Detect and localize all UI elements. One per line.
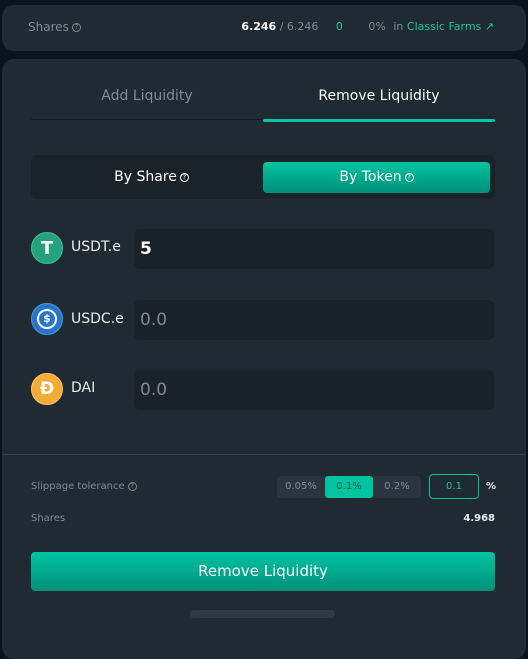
- by-share-button[interactable]: By Share?: [38, 162, 265, 193]
- shares-to-remove-value: 4.968: [463, 513, 495, 524]
- slippage-options: 0.05% 0.1% 0.2%: [277, 476, 421, 498]
- help-icon[interactable]: ?: [127, 481, 137, 491]
- staked-shares: 0: [335, 20, 343, 33]
- farm-percent: 0%: [368, 20, 386, 33]
- tab-remove-liquidity[interactable]: Remove Liquidity: [263, 88, 495, 104]
- usdt-amount-input[interactable]: 5: [134, 229, 494, 269]
- tether-icon: T: [31, 232, 63, 264]
- in-label: in: [393, 20, 404, 33]
- custom-slippage-input[interactable]: 0.1: [429, 474, 479, 499]
- help-icon: ?: [179, 172, 189, 182]
- shares-to-remove-label: Shares: [31, 513, 66, 524]
- tab-divider: [31, 119, 263, 120]
- percent-unit: %: [486, 481, 497, 492]
- dai-icon: Đ: [31, 373, 63, 405]
- slippage-label: Slippage tolerance?: [31, 481, 137, 492]
- dai-amount-input[interactable]: 0.0: [134, 370, 494, 410]
- slippage-option-0.05[interactable]: 0.05%: [277, 476, 325, 498]
- shares-label: Shares?: [28, 20, 81, 34]
- active-tab-indicator: [263, 119, 495, 122]
- tab-add-liquidity[interactable]: Add Liquidity: [31, 88, 263, 104]
- shares-summary-card: Shares? 6.246 / 6.246 0 0% in Classic Fa…: [2, 5, 526, 51]
- owned-shares: 6.246: [241, 20, 277, 33]
- by-token-button[interactable]: By Token?: [263, 162, 490, 193]
- slippage-option-0.1[interactable]: 0.1%: [325, 476, 373, 498]
- token-symbol: DAI: [71, 380, 96, 396]
- token-symbol: USDC.e: [71, 311, 124, 327]
- bottom-element: [190, 610, 335, 618]
- section-divider: [2, 454, 526, 455]
- help-icon[interactable]: ?: [71, 23, 81, 32]
- external-link-icon: ↗: [484, 20, 494, 33]
- token-symbol: USDT.e: [71, 239, 121, 255]
- usdc-icon: $: [31, 303, 63, 335]
- total-shares: / 6.246: [279, 20, 319, 33]
- classic-farms-link[interactable]: Classic Farms ↗: [407, 20, 494, 33]
- slippage-option-0.2[interactable]: 0.2%: [373, 476, 421, 498]
- remove-liquidity-button[interactable]: Remove Liquidity: [31, 552, 495, 591]
- remove-mode-toggle: By Share? By Token?: [31, 155, 495, 199]
- help-icon: ?: [404, 172, 414, 182]
- usdc-amount-input[interactable]: 0.0: [134, 300, 494, 340]
